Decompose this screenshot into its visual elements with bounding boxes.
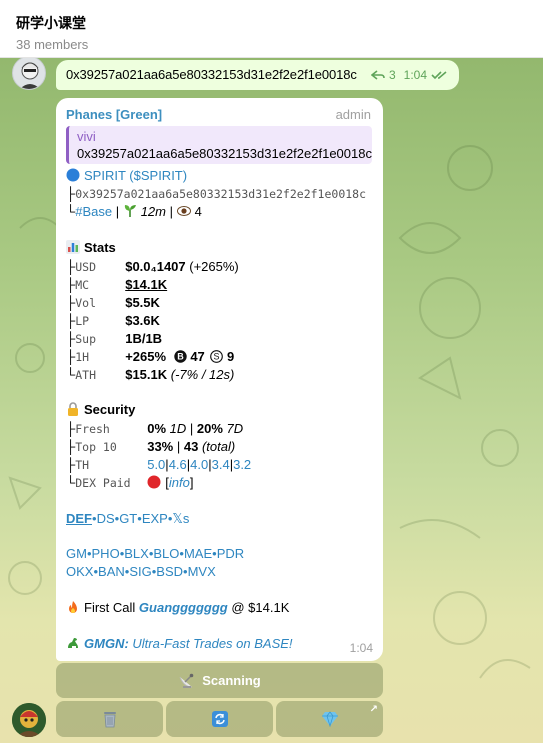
gem-icon [321, 711, 338, 727]
link-mae[interactable]: MAE [184, 546, 212, 561]
fire-icon [69, 601, 77, 613]
double-check-icon [431, 71, 447, 80]
message-text[interactable]: 0x39257a021aa6a5e80332153d31e2f2e2f1e001… [66, 67, 357, 82]
reply-count[interactable]: 3 [389, 68, 396, 82]
open-external-icon: ↗ [369, 704, 378, 715]
reply-arrow-icon [370, 70, 385, 80]
stat-row-vol: ├Vol $5.5K [66, 295, 160, 310]
refresh-button[interactable] [166, 701, 273, 737]
forwarded-address-message[interactable]: 0x39257a021aa6a5e80332153d31e2f2e2f1e001… [56, 60, 459, 90]
dex-info-link[interactable]: info [169, 475, 190, 490]
sender-avatar[interactable] [12, 56, 46, 90]
trash-icon [103, 712, 116, 728]
scanning-label: Scanning [202, 673, 261, 688]
token-name-link[interactable]: SPIRIT [84, 168, 126, 183]
link-bsd[interactable]: BSD [156, 564, 183, 579]
view-count: 4 [194, 204, 202, 219]
refresh-icon [211, 711, 228, 727]
link-mvx[interactable]: MVX [188, 564, 216, 579]
security-fresh: ├Fresh 0% 1D | 20% 7D [66, 421, 244, 436]
stat-row-mc: ├MC $14.1K [66, 277, 168, 292]
sender-name[interactable]: Phanes [Green] [66, 107, 162, 122]
chain-line: └#Base | 12m | 4 [66, 204, 202, 219]
member-count: 38 members [16, 37, 89, 52]
reply-text: 0x39257a021aa6a5e80332153d31e2f2e2f1e001… [77, 146, 372, 161]
link-row-2: GM•PHO•BLX•BLO•MAE•PDR [66, 546, 245, 561]
contract-address[interactable]: 0x39257a021aa6a5e80332153d31e2f2e2f1e001… [75, 187, 366, 201]
message-time: 1:04 [349, 641, 373, 655]
delete-button[interactable] [56, 701, 163, 737]
link-ban[interactable]: BAN [98, 564, 125, 579]
link-okx[interactable]: OKX [66, 564, 93, 579]
reply-quote[interactable]: vivi 0x39257a021aa6a5e80332153d31e2f2e2f… [66, 126, 372, 164]
link-def[interactable]: DEF [66, 511, 92, 526]
gmgn-link[interactable]: GMGN: [84, 636, 129, 651]
stat-row-1h: ├1H +265% B 47 S 9 [66, 349, 235, 364]
th-link-1[interactable]: 5.0 [147, 457, 165, 472]
stat-row-ath: └ATH $15.1K (-7% / 12s) [66, 367, 235, 382]
bot-avatar-image-icon [12, 703, 46, 737]
gem-button[interactable]: ↗ [276, 701, 383, 737]
link-row-1: DEF•DS•GT•EXP•𝕏s [66, 511, 190, 526]
token-age: 12m [140, 204, 166, 219]
sell-count-icon: S [210, 350, 224, 363]
token-ticker-link[interactable]: $SPIRIT [134, 168, 183, 183]
bar-chart-icon [66, 240, 80, 254]
promo-line: GMGN: Ultra-Fast Trades on BASE! [66, 635, 293, 653]
stats-heading: Stats [66, 239, 116, 257]
stat-row-lp: ├LP $3.6K [66, 313, 160, 328]
link-blo[interactable]: BLO [153, 546, 179, 561]
th-link-2[interactable]: 4.6 [169, 457, 187, 472]
security-dex-paid: └DEX Paid [info] [66, 475, 194, 490]
link-gm[interactable]: GM [66, 546, 87, 561]
bot-message[interactable]: Phanes [Green] admin vivi 0x39257a021aa6… [56, 98, 383, 661]
chat-header[interactable]: 研学小课堂 38 members [0, 0, 543, 58]
link-ds[interactable]: DS [97, 511, 115, 526]
message-time: 1:04 [403, 68, 427, 82]
message-meta: 3 1:04 [370, 68, 449, 82]
security-top10: ├Top 10 33% | 43 (total) [66, 439, 236, 454]
address-line: ├0x39257a021aa6a5e80332153d31e2f2e2f1e00… [66, 186, 367, 201]
security-heading: Security [66, 401, 135, 419]
eye-icon [176, 206, 191, 216]
first-caller-link[interactable]: Guanggggggg [139, 600, 228, 615]
link-exp[interactable]: EXP [142, 511, 168, 526]
red-circle-icon [147, 475, 161, 489]
th-link-5[interactable]: 3.2 [233, 457, 251, 472]
buy-count-icon: B [173, 350, 187, 363]
link-pho[interactable]: PHO [92, 546, 120, 561]
security-th: ├TH 5.0|4.6|4.0|3.4|3.2 [66, 457, 252, 472]
link-row-3: OKX•BAN•SIG•BSD•MVX [66, 564, 216, 579]
chat-title: 研学小课堂 [16, 15, 86, 31]
lock-icon [68, 402, 78, 416]
blue-circle-icon [66, 168, 80, 182]
satellite-dish-icon [179, 673, 194, 688]
stat-row-usd: ├USD $0.0₄1407 (+265%) [66, 259, 239, 274]
svg-text:S: S [214, 352, 220, 362]
bot-avatar[interactable] [12, 703, 46, 737]
link-sig[interactable]: SIG [129, 564, 151, 579]
link-xs[interactable]: 𝕏s [172, 511, 189, 526]
reply-author: vivi [77, 129, 96, 144]
seedling-icon [124, 205, 136, 217]
first-call-line: First Call Guanggggggg @ $14.1K [66, 599, 289, 617]
th-link-4[interactable]: 3.4 [212, 457, 230, 472]
svg-text:B: B [177, 352, 184, 362]
th-link-3[interactable]: 4.0 [190, 457, 208, 472]
stat-row-sup: ├Sup 1B/1B [66, 331, 163, 346]
token-line: SPIRIT ($SPIRIT) [66, 167, 187, 185]
dinosaur-icon [68, 638, 78, 648]
market-cap-link[interactable]: $14.1K [125, 277, 167, 292]
chain-hashtag[interactable]: #Base [75, 204, 112, 219]
link-gt[interactable]: GT [119, 511, 137, 526]
link-pdr[interactable]: PDR [217, 546, 244, 561]
link-blx[interactable]: BLX [124, 546, 149, 561]
scanning-button[interactable]: Scanning [56, 663, 383, 698]
sender-role: admin [335, 107, 371, 122]
